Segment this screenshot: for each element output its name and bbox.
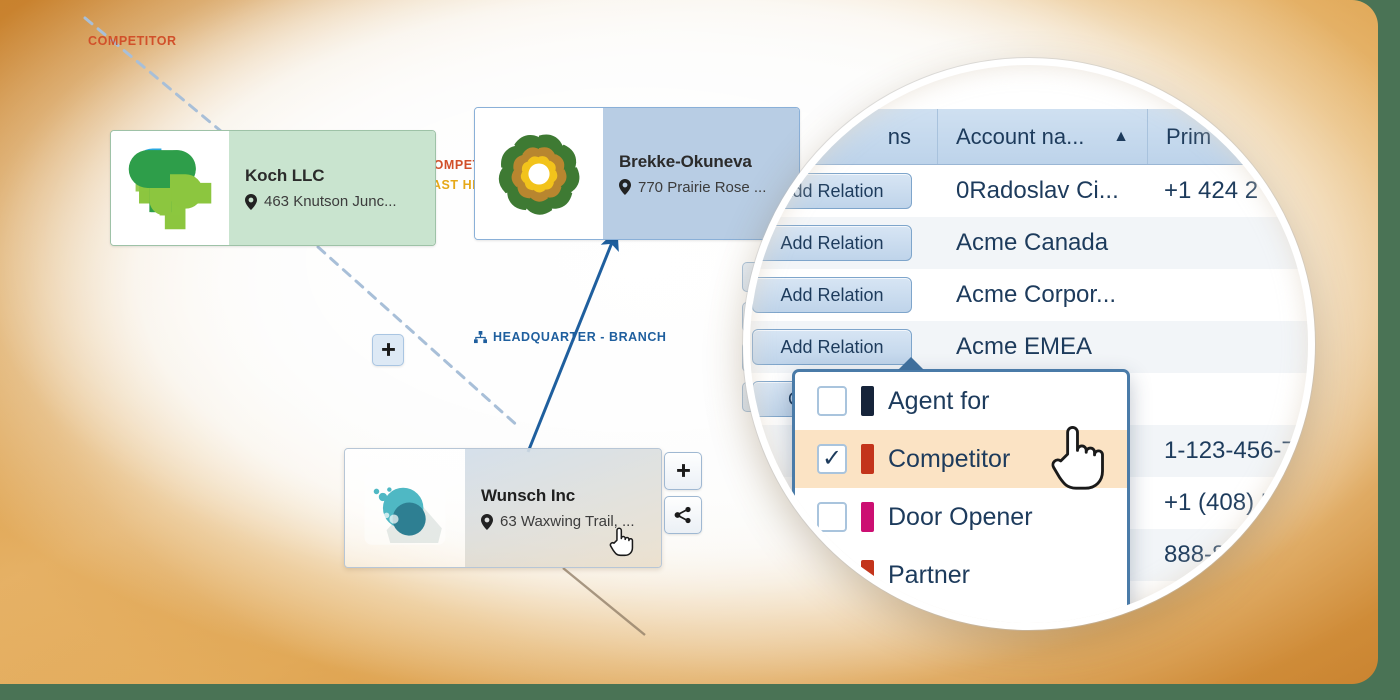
page-surface: COMPETITOR COMPETITOR PAST HISTORY HEADQ…	[0, 0, 1378, 684]
table-row[interactable]: Add Relation Acme EMEA	[750, 321, 1308, 373]
row-account-name: Acme EMEA	[956, 333, 1093, 360]
edge-label-headquarter-branch: HEADQUARTER - BRANCH	[474, 330, 667, 344]
color-swatch-agent-for	[861, 386, 874, 416]
dropdown-item-label: Competitor	[888, 444, 1011, 473]
wunsch-node-body: Wunsch Inc 63 Waxwing Trail, ...	[465, 449, 661, 567]
table-row[interactable]: Add Relation Acme Canada	[750, 217, 1308, 269]
dropdown-item-door-opener[interactable]: Door Opener	[795, 488, 1127, 546]
row-action-cell: Add Relation	[750, 225, 938, 261]
brekke-star-logo-icon	[475, 108, 603, 239]
row-primary-phone: +1 (408) 537	[1164, 489, 1301, 516]
plus-icon	[381, 342, 395, 356]
row-account-name: 0Radoslav Ci...	[956, 177, 1119, 204]
row-account-name: Acme Corpor...	[956, 281, 1117, 308]
checkbox-partner[interactable]	[817, 560, 847, 590]
koch-node-address: 463 Knutson Junc...	[245, 193, 421, 210]
location-pin-icon	[245, 193, 257, 210]
magnified-grid-view: ns Account na... ▲ Prim Add Relation 0Ra…	[750, 65, 1309, 623]
koch-cross-logo-icon	[111, 131, 229, 245]
screenshot-root: COMPETITOR COMPETITOR PAST HISTORY HEADQ…	[0, 0, 1400, 700]
sort-ascending-icon: ▲	[1113, 127, 1129, 145]
dropdown-item-label: Agent for	[888, 386, 990, 415]
account-node-wunsch-inc[interactable]: Wunsch Inc 63 Waxwing Trail, ...	[344, 448, 662, 568]
table-row[interactable]: Add Relation 0Radoslav Ci... +1 424 2	[750, 165, 1308, 217]
row-action-cell: Add Relation	[750, 173, 938, 209]
checkbox-competitor[interactable]: ✓	[817, 444, 847, 474]
row-primary-phone: +1 424 2	[1164, 177, 1259, 204]
dropdown-item-partner[interactable]: Partner	[795, 546, 1127, 604]
node-action-buttons	[664, 452, 704, 540]
grid-header-primary-phone[interactable]: Prim	[1148, 109, 1308, 164]
grid-header-account-name[interactable]: Account na... ▲	[938, 109, 1148, 164]
edge-label-competitor-top: COMPETITOR	[88, 34, 177, 48]
add-relation-button[interactable]: Add Relation	[752, 173, 912, 209]
node-share-button[interactable]	[664, 496, 702, 534]
grid-header-row: ns Account na... ▲ Prim	[750, 109, 1308, 165]
checkbox-door-opener[interactable]	[817, 502, 847, 532]
wunsch-node-title: Wunsch Inc	[481, 486, 576, 505]
row-action-cell: Add Relation	[750, 277, 938, 313]
koch-node-body: Koch LLC 463 Knutson Junc...	[229, 131, 435, 245]
koch-node-address-text: 463 Knutson Junc...	[264, 193, 397, 210]
location-pin-icon	[481, 513, 493, 530]
dropdown-caret-icon	[898, 357, 924, 370]
checkbox-agent-for[interactable]	[817, 386, 847, 416]
dropdown-item-competitor[interactable]: ✓ Competitor	[795, 430, 1127, 488]
dropdown-item-agent-for[interactable]: Agent for	[795, 372, 1127, 430]
add-relation-button[interactable]: Add Relation	[752, 277, 912, 313]
relation-type-dropdown: Agent for ✓ Competitor Door Opener Partn…	[792, 369, 1130, 623]
account-node-koch[interactable]: Koch LLC 463 Knutson Junc...	[110, 130, 436, 246]
add-relation-button[interactable]: Add Relation	[752, 329, 912, 365]
row-primary-phone: 1-123-456-78	[1164, 437, 1309, 464]
wunsch-cloud-logo-icon	[345, 449, 465, 567]
wunsch-node-address-text: 63 Waxwing Trail, ...	[500, 513, 635, 530]
brekke-node-address-text: 770 Prairie Rose ...	[638, 178, 767, 196]
location-pin-icon	[619, 179, 631, 195]
grid-header-actions[interactable]: ns	[750, 109, 938, 164]
row-account-name: Acme Canada	[956, 229, 1109, 256]
table-row[interactable]: Add Relation Acme Corpor...	[750, 269, 1308, 321]
color-swatch-door-opener	[861, 502, 874, 532]
koch-node-title: Koch LLC	[245, 166, 325, 185]
edge-label-headquarter-branch-text: HEADQUARTER - BRANCH	[493, 330, 667, 344]
share-icon	[674, 506, 691, 524]
plus-icon	[676, 463, 690, 477]
wunsch-node-address: 63 Waxwing Trail, ...	[481, 513, 647, 530]
node-add-button[interactable]	[664, 452, 702, 490]
row-primary-phone: 888-843-66	[1164, 541, 1287, 568]
dropdown-item-label: Partner	[888, 560, 970, 589]
dropdown-item-label: Door Opener	[888, 502, 1033, 531]
add-relation-button[interactable]: Add Relation	[752, 225, 912, 261]
color-swatch-partner	[861, 560, 874, 590]
magnifier-lens: ns Account na... ▲ Prim Add Relation 0Ra…	[743, 58, 1315, 630]
add-node-button[interactable]	[372, 334, 404, 366]
grid-header-account-name-text: Account na...	[956, 123, 1085, 149]
color-swatch-competitor	[861, 444, 874, 474]
hierarchy-icon	[474, 330, 487, 343]
